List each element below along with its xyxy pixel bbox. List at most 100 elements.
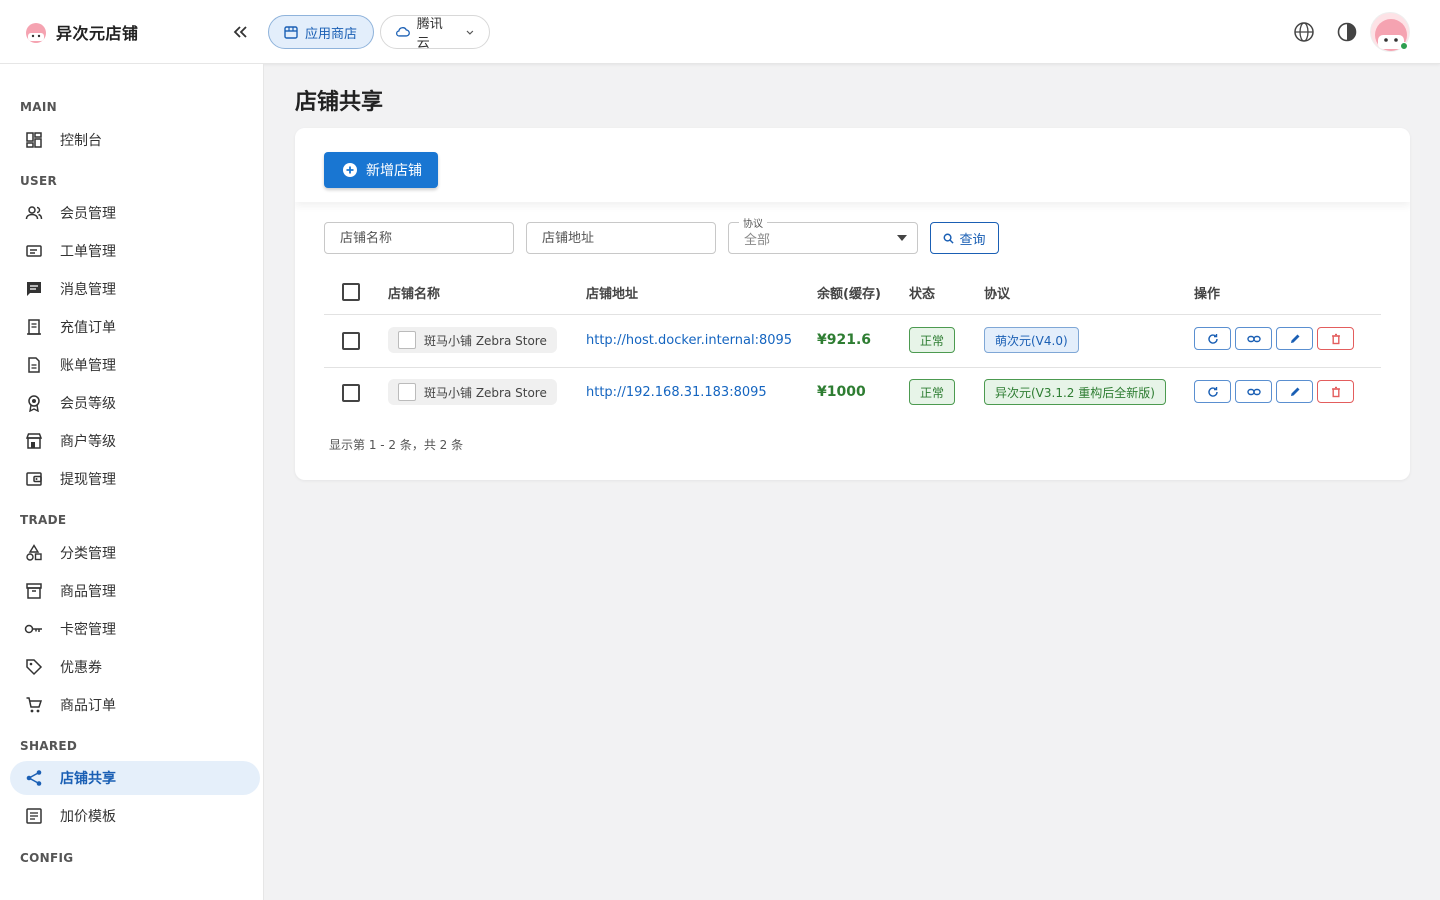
cloud-icon xyxy=(396,27,410,37)
sidebar-item-label: 提现管理 xyxy=(60,472,116,488)
app-title: 异次元店铺 xyxy=(56,24,139,43)
app-logo[interactable]: 异次元店铺 xyxy=(24,20,139,44)
sidebar-item-product-orders[interactable]: 商品订单 xyxy=(10,688,260,722)
status-badge: 正常 xyxy=(909,327,956,353)
category-icon xyxy=(24,543,44,563)
store-url-field[interactable] xyxy=(526,222,716,254)
link-button[interactable] xyxy=(1235,327,1272,350)
section-main: MAIN xyxy=(20,100,57,114)
sidebar-item-member-levels[interactable]: 会员等级 xyxy=(10,386,260,420)
store-name-input[interactable] xyxy=(340,230,498,246)
online-status-dot xyxy=(1400,42,1408,50)
user-avatar[interactable] xyxy=(1370,12,1410,52)
sidebar-item-label: 卡密管理 xyxy=(60,622,116,638)
page-title: 店铺共享 xyxy=(295,90,384,115)
sidebar-item-label: 会员等级 xyxy=(60,396,116,412)
app-store-button[interactable]: 应用商店 xyxy=(268,15,374,49)
sidebar-item-label: 分类管理 xyxy=(60,546,116,562)
caret-down-icon xyxy=(897,235,907,241)
section-user: USER xyxy=(20,174,58,188)
sidebar-item-label: 消息管理 xyxy=(60,282,116,298)
wallet-icon xyxy=(24,469,44,489)
trash-icon xyxy=(1331,386,1340,397)
cloud-selector[interactable]: 腾讯云 xyxy=(380,15,490,51)
store-name-field[interactable] xyxy=(324,222,514,254)
table-divider xyxy=(324,367,1381,368)
delete-button[interactable] xyxy=(1317,327,1354,350)
contrast-icon xyxy=(1337,22,1357,42)
sidebar-item-withdrawals[interactable]: 提现管理 xyxy=(10,462,260,496)
sidebar-item-store-sharing[interactable]: 店铺共享 xyxy=(10,761,260,795)
trash-icon xyxy=(1331,333,1340,344)
sidebar-item-markup-templates[interactable]: 加价模板 xyxy=(10,799,260,833)
template-icon xyxy=(24,806,44,826)
sidebar-item-coupons[interactable]: 优惠券 xyxy=(10,650,260,684)
double-chevron-left-icon xyxy=(233,26,247,38)
sidebar-item-label: 店铺共享 xyxy=(60,771,116,787)
key-icon xyxy=(24,619,44,639)
logo-mascot-icon xyxy=(24,20,48,44)
sidebar-item-label: 会员管理 xyxy=(60,206,116,222)
refresh-button[interactable] xyxy=(1194,327,1231,350)
archive-icon xyxy=(24,581,44,601)
store-url-link[interactable]: http://host.docker.internal:8095 xyxy=(586,333,792,348)
row-checkbox[interactable] xyxy=(342,332,360,350)
sidebar-item-card-keys[interactable]: 卡密管理 xyxy=(10,612,260,646)
sidebar-item-tickets[interactable]: 工单管理 xyxy=(10,234,260,268)
sidebar-item-label: 加价模板 xyxy=(60,809,116,825)
sidebar-item-label: 商品管理 xyxy=(60,584,116,600)
store-name-chip[interactable]: 斑马小铺 Zebra Store xyxy=(388,327,557,353)
add-store-label: 新增店铺 xyxy=(366,163,422,179)
edit-button[interactable] xyxy=(1276,380,1313,403)
ticket-icon xyxy=(24,241,44,261)
store-url-input[interactable] xyxy=(542,230,700,246)
language-button[interactable] xyxy=(1292,20,1316,44)
column-header-name: 店铺名称 xyxy=(388,287,441,302)
sidebar-item-bills[interactable]: 账单管理 xyxy=(10,348,260,382)
store-name-chip[interactable]: 斑马小铺 Zebra Store xyxy=(388,379,557,405)
message-icon xyxy=(24,279,44,299)
query-button[interactable]: 查询 xyxy=(930,222,999,254)
store-name: 斑马小铺 Zebra Store xyxy=(424,385,547,400)
delete-button[interactable] xyxy=(1317,380,1354,403)
status-badge: 正常 xyxy=(909,379,956,405)
refresh-button[interactable] xyxy=(1194,380,1231,403)
theme-toggle-button[interactable] xyxy=(1335,20,1359,44)
sidebar-item-categories[interactable]: 分类管理 xyxy=(10,536,260,570)
column-header-balance: 余额(缓存) xyxy=(817,287,881,302)
pencil-icon xyxy=(1290,334,1299,343)
sidebar-item-label: 工单管理 xyxy=(60,244,116,260)
sidebar-item-products[interactable]: 商品管理 xyxy=(10,574,260,608)
sidebar-item-dashboard[interactable]: 控制台 xyxy=(10,123,260,157)
sidebar-item-recharge-orders[interactable]: 充值订单 xyxy=(10,310,260,344)
row-checkbox[interactable] xyxy=(342,384,360,402)
sidebar-item-label: 控制台 xyxy=(60,133,102,149)
store-url-link[interactable]: http://192.168.31.183:8095 xyxy=(586,385,767,400)
protocol-badge: 异次元(V3.1.2 重构后全新版) xyxy=(984,379,1166,405)
sidebar-item-merchant-levels[interactable]: 商户等级 xyxy=(10,424,260,458)
cloud-label: 腾讯云 xyxy=(416,17,443,51)
pagination-summary: 显示第 1 - 2 条，共 2 条 xyxy=(329,438,464,452)
collapse-sidebar-button[interactable] xyxy=(226,20,254,44)
store-logo-broken-image-icon xyxy=(398,331,416,349)
globe-icon xyxy=(1294,22,1314,42)
people-icon xyxy=(24,203,44,223)
sidebar-item-label: 优惠券 xyxy=(60,660,102,676)
select-all-checkbox[interactable] xyxy=(342,283,360,301)
sidebar-item-messages[interactable]: 消息管理 xyxy=(10,272,260,306)
link-button[interactable] xyxy=(1235,380,1272,403)
add-store-button[interactable]: 新增店铺 xyxy=(324,152,438,188)
pencil-icon xyxy=(1290,387,1299,396)
sidebar-item-label: 商品订单 xyxy=(60,698,116,714)
card-toolbar: 新增店铺 xyxy=(295,128,1410,202)
section-config: CONFIG xyxy=(20,851,74,865)
share-icon xyxy=(24,768,44,788)
chevron-down-icon xyxy=(466,30,474,35)
sidebar-item-label: 账单管理 xyxy=(60,358,116,374)
refresh-icon xyxy=(1207,386,1218,397)
protocol-select[interactable]: 协议 全部 xyxy=(728,215,918,254)
column-header-actions: 操作 xyxy=(1194,287,1221,302)
edit-button[interactable] xyxy=(1276,327,1313,350)
column-header-status: 状态 xyxy=(909,287,936,302)
sidebar-item-members[interactable]: 会员管理 xyxy=(10,196,260,230)
